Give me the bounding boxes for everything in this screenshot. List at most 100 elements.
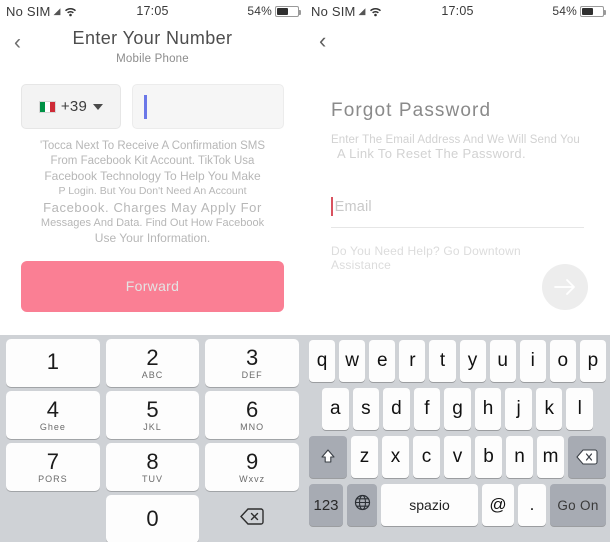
email-field[interactable]: Email: [331, 197, 584, 228]
key-i[interactable]: i: [519, 340, 546, 382]
back-button[interactable]: ‹: [319, 30, 326, 52]
at-key[interactable]: @: [482, 484, 514, 526]
backspace-icon: [576, 449, 598, 465]
key-digit: 9: [246, 448, 259, 474]
key-v[interactable]: v: [444, 436, 471, 478]
period-key[interactable]: .: [518, 484, 546, 526]
key-1[interactable]: 1: [6, 339, 100, 387]
key-q[interactable]: q: [309, 340, 336, 382]
disclaimer-text: 'Tocca Next To Receive A Confirmation SM…: [0, 129, 305, 247]
qwerty-row-2: a s d f g h j k l: [307, 388, 608, 430]
country-code-selector[interactable]: +39: [21, 84, 121, 129]
key-o[interactable]: o: [549, 340, 576, 382]
numbers-key[interactable]: 123: [309, 484, 343, 526]
forward-button[interactable]: Forward: [21, 260, 284, 312]
backspace-key[interactable]: [568, 436, 606, 478]
space-key[interactable]: spazio: [381, 484, 478, 526]
arrow-right-icon: [553, 278, 577, 296]
disclaimer-line-7: Use Your Information.: [94, 230, 211, 245]
key-0[interactable]: 0: [105, 495, 200, 542]
key-g[interactable]: g: [444, 388, 471, 430]
right-header: ‹: [305, 22, 610, 78]
key-x[interactable]: x: [382, 436, 409, 478]
signal-icon: ◢: [358, 5, 366, 16]
back-button[interactable]: ‹: [14, 32, 21, 53]
left-phone-screen: No SIM ◢ 17:05 54% ‹ Enter Your Number M…: [0, 0, 305, 542]
key-digit: 2: [146, 344, 159, 370]
key-m[interactable]: m: [537, 436, 564, 478]
backspace-key[interactable]: [205, 495, 299, 542]
key-letters: DEF: [241, 369, 263, 380]
key-8[interactable]: 8 TUV: [105, 443, 200, 491]
key-digit: 0: [146, 506, 159, 531]
numeric-keyboard: 1 2 ABC 3 DEF 4 Ghee 5 JKL 6 MNO 7 PORS …: [0, 335, 305, 542]
shift-icon: [319, 448, 337, 466]
key-digit: 3: [246, 344, 259, 370]
key-7[interactable]: 7 PORS: [6, 443, 100, 491]
text-cursor: [331, 197, 333, 216]
submit-fab-button[interactable]: [542, 264, 588, 310]
key-c[interactable]: c: [413, 436, 440, 478]
key-s[interactable]: s: [352, 388, 380, 430]
key-9[interactable]: 9 Wxvz: [205, 443, 300, 491]
key-f[interactable]: f: [413, 388, 441, 430]
globe-key[interactable]: [347, 484, 377, 526]
forward-button-label: Forward: [125, 278, 180, 295]
forward-button-wrap: Forward: [0, 247, 305, 312]
key-n[interactable]: n: [506, 436, 533, 478]
key-k[interactable]: k: [535, 388, 563, 430]
clock-label: 17:05: [136, 4, 169, 18]
key-2[interactable]: 2 ABC: [105, 339, 200, 387]
key-l[interactable]: l: [566, 388, 594, 430]
key-y[interactable]: y: [459, 340, 486, 382]
key-d[interactable]: d: [383, 388, 410, 430]
right-status-right: 54%: [474, 4, 606, 18]
phone-number-input[interactable]: [132, 84, 284, 129]
left-status-left: No SIM ◢: [6, 4, 136, 19]
key-5[interactable]: 5 JKL: [105, 391, 200, 439]
key-t[interactable]: t: [429, 340, 456, 382]
key-p[interactable]: p: [579, 340, 606, 382]
key-digit: 1: [46, 349, 59, 374]
key-j[interactable]: j: [505, 388, 532, 430]
email-input-row: Email: [331, 197, 584, 216]
key-letters: Wxvz: [239, 473, 266, 484]
wifi-icon: [64, 6, 77, 17]
key-z[interactable]: z: [351, 436, 378, 478]
email-underline: [331, 227, 584, 228]
key-letters: MNO: [240, 421, 265, 432]
key-h[interactable]: h: [474, 388, 502, 430]
key-a[interactable]: a: [321, 388, 349, 430]
disclaimer-line-1: 'Tocca Next To Receive A Confirmation SM…: [39, 140, 266, 152]
italy-flag-icon: [38, 100, 56, 113]
left-status-right: 54%: [169, 4, 301, 18]
help-line-1: Do You Need Help? Go Downtown: [331, 244, 521, 258]
clock-label: 17:05: [441, 4, 474, 18]
carrier-label: No SIM: [311, 3, 356, 19]
battery-icon: [580, 5, 606, 17]
text-cursor: [144, 94, 147, 119]
shift-key[interactable]: [309, 436, 347, 478]
subtitle-line-2: A Link To Reset The Password.: [337, 146, 526, 161]
qwerty-row-1: q w e r t y u i o p: [307, 340, 608, 382]
key-4[interactable]: 4 Ghee: [6, 391, 100, 439]
key-r[interactable]: r: [399, 340, 426, 382]
key-e[interactable]: e: [369, 340, 396, 382]
key-digit: 6: [246, 396, 259, 422]
backspace-icon: [240, 508, 264, 530]
key-u[interactable]: u: [489, 340, 516, 382]
key-letters: PORS: [38, 473, 68, 484]
key-3[interactable]: 3 DEF: [205, 339, 300, 387]
country-code-label: +39: [60, 98, 88, 115]
page-subtitle: Enter The Email Address And We Will Send…: [331, 134, 584, 161]
key-b[interactable]: b: [475, 436, 502, 478]
help-line-2: Assistance: [331, 258, 392, 272]
key-digit: 7: [46, 448, 59, 474]
disclaimer-line-6: Messages And Data. Find Out How Facebook: [40, 217, 265, 230]
qwerty-keyboard: q w e r t y u i o p a s d f g h j k l z …: [305, 335, 610, 542]
right-status-bar: No SIM ◢ 17:05 54%: [305, 0, 610, 22]
key-6[interactable]: 6 MNO: [205, 391, 300, 439]
go-key[interactable]: Go On: [550, 484, 606, 526]
forgot-password-body: Forgot Password Enter The Email Address …: [305, 78, 610, 272]
key-w[interactable]: w: [339, 340, 366, 382]
